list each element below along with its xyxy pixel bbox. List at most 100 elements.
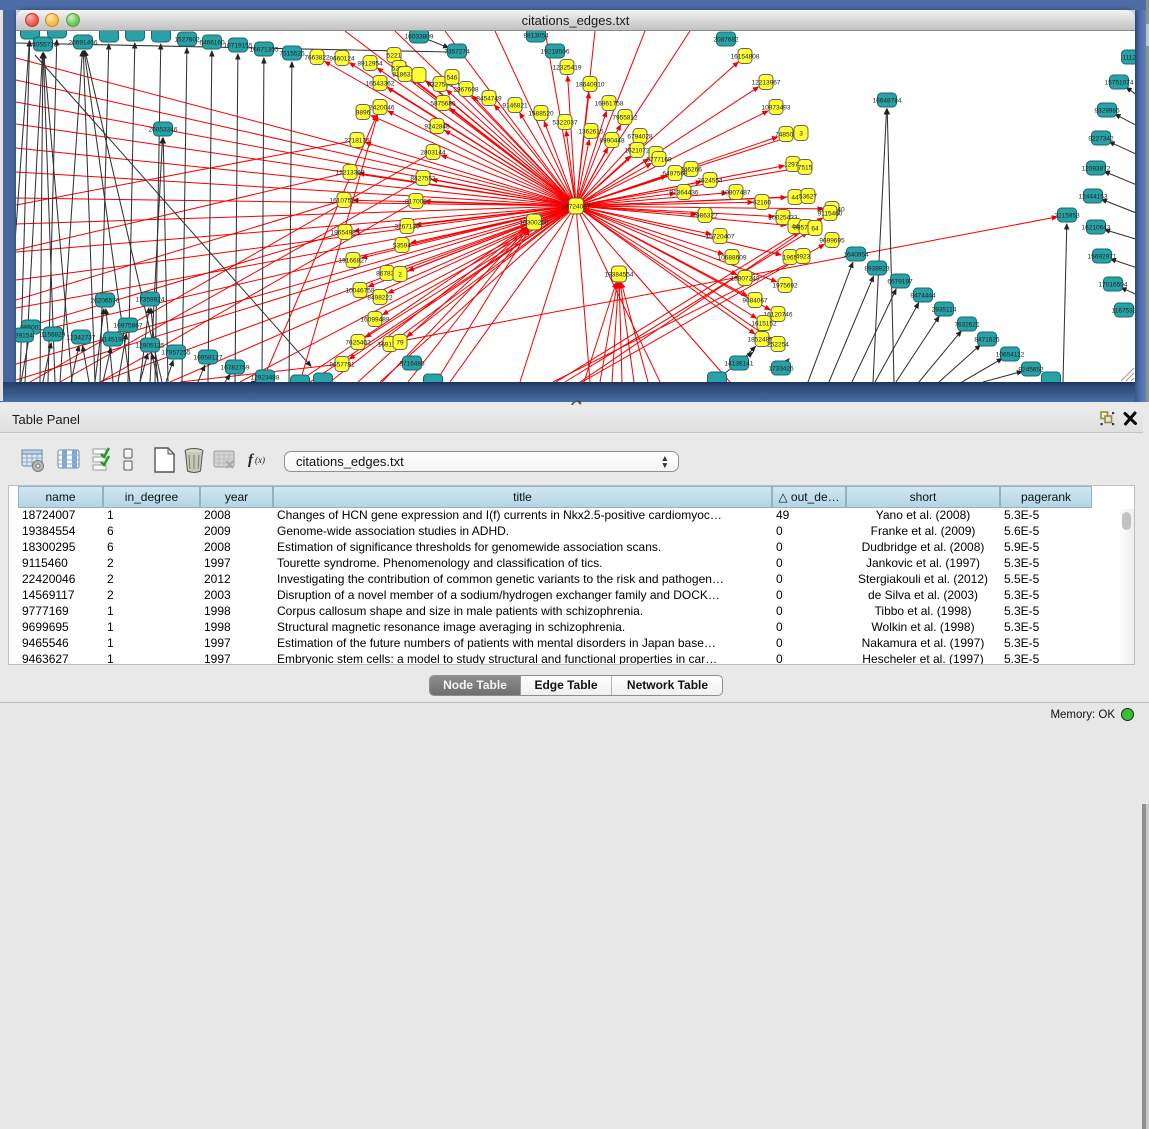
- svg-text:9896: 9896: [356, 110, 371, 117]
- svg-text:8813054: 8813054: [523, 33, 549, 40]
- svg-text:2803144: 2803144: [420, 150, 446, 157]
- svg-text:7357274: 7357274: [444, 49, 470, 56]
- svg-text:5875685: 5875685: [430, 101, 456, 108]
- svg-text:3267130: 3267130: [394, 224, 420, 231]
- svg-text:19654985: 19654985: [331, 230, 360, 237]
- svg-text:18807249: 18807249: [731, 276, 760, 283]
- svg-text:9777169: 9777169: [646, 157, 672, 164]
- svg-text:17359924: 17359924: [136, 297, 165, 304]
- svg-text:2087682: 2087682: [713, 37, 739, 44]
- svg-text:16671355: 16671355: [250, 47, 279, 54]
- svg-text:9474444: 9474444: [910, 293, 936, 300]
- svg-text:9699695: 9699695: [819, 238, 845, 245]
- svg-text:9329966: 9329966: [1094, 108, 1120, 115]
- svg-text:16099489: 16099489: [361, 317, 390, 324]
- svg-text:16543362: 16543362: [366, 81, 395, 88]
- svg-text:4923: 4923: [796, 254, 811, 261]
- svg-text:53594: 53594: [393, 243, 411, 250]
- svg-text:9146821: 9146821: [502, 103, 528, 110]
- svg-text:3215953: 3215953: [1054, 213, 1080, 220]
- svg-text:3624554: 3624554: [697, 178, 723, 185]
- svg-text:6679197: 6679197: [887, 279, 913, 286]
- svg-text:20053346: 20053346: [149, 127, 178, 134]
- svg-text:9245652: 9245652: [1018, 367, 1044, 374]
- svg-text:15692971: 15692971: [1088, 254, 1117, 261]
- svg-text:16648784: 16648784: [873, 98, 902, 105]
- svg-text:9115460: 9115460: [818, 211, 843, 218]
- svg-text:1527602: 1527602: [174, 37, 200, 44]
- svg-text:10688609: 10688609: [718, 255, 747, 262]
- svg-text:1615152: 1615152: [751, 321, 777, 328]
- svg-text:19218506: 19218506: [541, 49, 570, 56]
- svg-text:18640910: 18640910: [576, 82, 605, 89]
- svg-text:10654112: 10654112: [996, 352, 1025, 359]
- svg-text:1640954: 1640954: [843, 252, 869, 259]
- svg-text:1362615: 1362615: [578, 129, 604, 136]
- svg-text:5221: 5221: [387, 53, 402, 60]
- svg-text:16210643: 16210643: [1082, 225, 1111, 232]
- svg-text:12923488: 12923488: [251, 375, 280, 382]
- svg-text:14055713: 14055713: [29, 42, 58, 49]
- svg-text:16782759: 16782759: [221, 365, 250, 372]
- svg-text:16154808: 16154808: [731, 54, 760, 61]
- svg-text:2718176: 2718176: [344, 138, 370, 145]
- svg-text:546: 546: [447, 75, 458, 82]
- svg-text:17957255: 17957255: [162, 350, 191, 357]
- svg-text:18300295: 18300295: [520, 220, 549, 227]
- svg-text:17016504: 17016504: [1099, 282, 1128, 289]
- svg-text:1733426: 1733426: [768, 366, 794, 373]
- svg-text:39154: 39154: [16, 333, 33, 340]
- svg-text:53627: 53627: [799, 194, 817, 201]
- svg-text:19384554: 19384554: [605, 272, 634, 279]
- svg-text:10958127: 10958127: [194, 355, 223, 362]
- svg-text:16961758: 16961758: [595, 101, 624, 108]
- svg-text:6794028: 6794028: [627, 134, 653, 141]
- svg-text:817006: 817006: [405, 199, 427, 206]
- svg-text:10807487: 10807487: [722, 190, 751, 197]
- svg-text:3: 3: [799, 131, 803, 138]
- svg-text:62160: 62160: [753, 200, 771, 207]
- svg-text:1588520: 1588520: [528, 111, 554, 118]
- svg-text:9227342: 9227342: [1088, 136, 1114, 143]
- svg-text:9660124: 9660124: [329, 56, 355, 63]
- svg-text:12905135: 12905135: [136, 343, 165, 350]
- svg-text:5322037: 5322037: [552, 120, 578, 127]
- svg-text:10975867: 10975867: [114, 323, 143, 330]
- svg-text:44: 44: [791, 195, 799, 202]
- svg-text:12444153: 12444153: [1079, 194, 1108, 201]
- svg-text:14136141: 14136141: [725, 361, 754, 368]
- svg-text:8427552: 8427552: [410, 176, 436, 183]
- svg-text:64: 64: [811, 226, 819, 233]
- svg-text:1621072: 1621072: [624, 148, 650, 155]
- svg-text:10046758: 10046758: [346, 288, 375, 295]
- svg-text:9084067: 9084067: [742, 298, 768, 305]
- svg-text:7632621: 7632621: [954, 322, 980, 329]
- svg-text:20206576: 20206576: [91, 298, 120, 305]
- svg-text:10719155: 10719155: [224, 43, 253, 50]
- svg-text:21364436: 21364436: [670, 190, 699, 197]
- svg-text:2: 2: [398, 272, 402, 279]
- svg-text:12342737: 12342737: [67, 335, 96, 342]
- svg-text:11121: 11121: [1122, 55, 1135, 62]
- svg-text:6497568: 6497568: [662, 171, 688, 178]
- svg-text:7955812: 7955812: [612, 115, 638, 122]
- svg-text:16033809: 16033809: [405, 34, 434, 41]
- svg-text:1156829: 1156829: [41, 332, 66, 339]
- svg-text:8471626: 8471626: [974, 337, 1000, 344]
- svg-text:252254: 252254: [767, 342, 789, 349]
- svg-text:7515: 7515: [798, 165, 813, 172]
- svg-text:16107554: 16107554: [330, 198, 359, 205]
- svg-text:9657791: 9657791: [329, 362, 355, 369]
- svg-text:8454749: 8454749: [476, 96, 502, 103]
- svg-text:6466160: 6466160: [199, 40, 225, 47]
- svg-text:2935114: 2935114: [932, 307, 957, 314]
- svg-text:2967608: 2967608: [453, 87, 479, 94]
- svg-text:7663822: 7663822: [304, 55, 330, 62]
- svg-text:7625402: 7625402: [345, 340, 371, 347]
- svg-text:20691406: 20691406: [69, 40, 98, 47]
- svg-text:12325419: 12325419: [553, 65, 582, 72]
- svg-text:79: 79: [396, 340, 404, 347]
- svg-text:18724007: 18724007: [562, 204, 591, 211]
- svg-text:12213967: 12213967: [752, 80, 781, 87]
- svg-text:15751074: 15751074: [1105, 80, 1134, 87]
